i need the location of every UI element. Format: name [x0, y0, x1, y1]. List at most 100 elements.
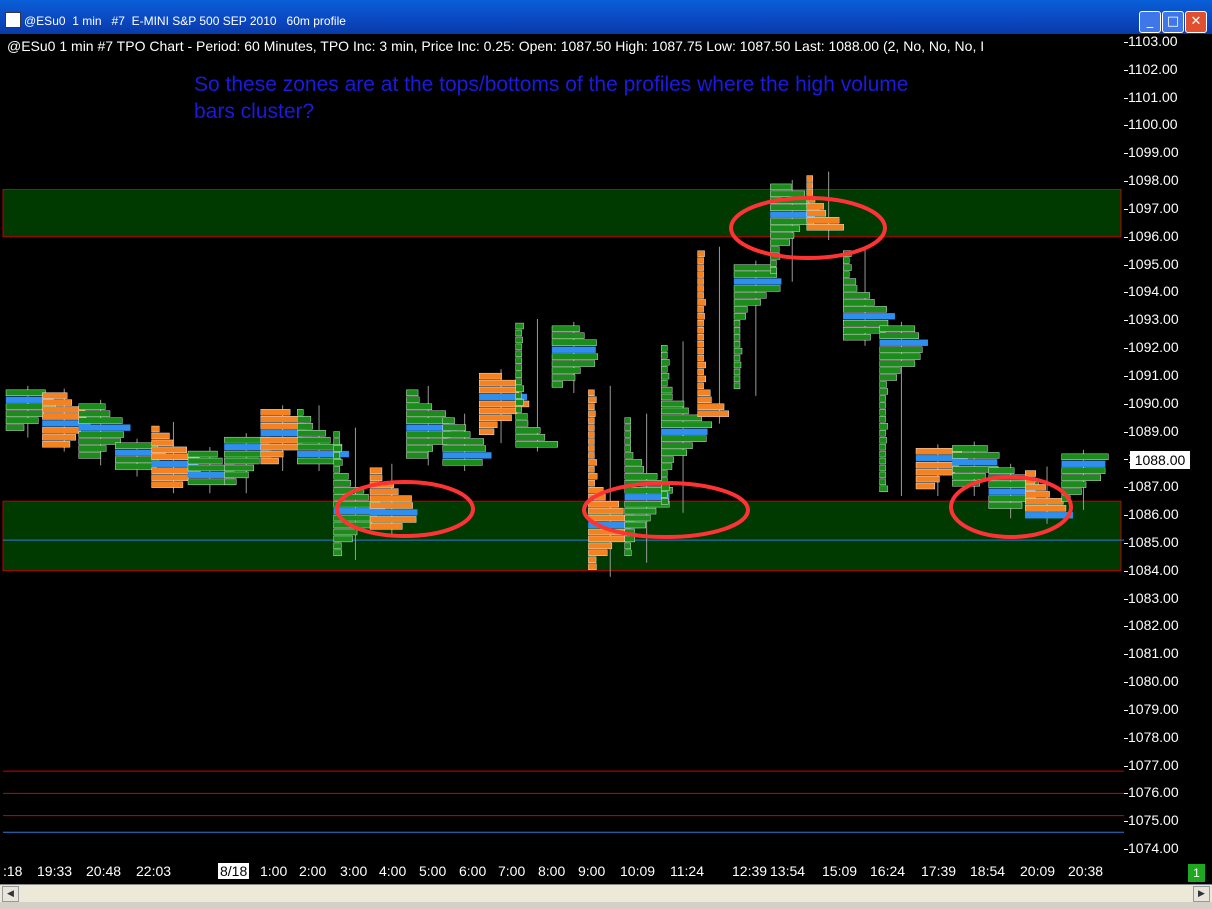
tpo-bar: [479, 414, 512, 422]
tpo-bar: [697, 278, 704, 285]
price-tick: [1124, 431, 1128, 433]
tpo-bar: [1024, 505, 1067, 512]
tpo-bar: [697, 347, 704, 355]
tpo-bar: [78, 431, 124, 438]
tpo-bar: [733, 382, 741, 390]
tpo-bar: [333, 431, 340, 438]
price-tick: [1124, 208, 1128, 210]
tpo-bar: [733, 333, 741, 341]
tpo-bar: [843, 271, 850, 278]
tpo-bar: [260, 457, 279, 465]
tpo-bar: [661, 352, 668, 359]
tpo-bar: [879, 367, 901, 374]
tpo-bar: [806, 203, 824, 210]
tpo-bar: [588, 438, 595, 445]
time-tick-label: 2:00: [299, 863, 327, 879]
maximize-button[interactable]: □: [1162, 11, 1184, 33]
tpo-bar: [515, 343, 522, 351]
price-tick: [1124, 849, 1128, 850]
tpo-bar: [1061, 460, 1106, 467]
tpo-bar: [479, 379, 516, 387]
tpo-bar: [843, 313, 895, 320]
time-tick-label: 11:24: [670, 863, 704, 879]
tpo-bar: [515, 329, 522, 337]
tpo-bar: [843, 306, 887, 313]
close-button[interactable]: ✕: [1185, 11, 1207, 33]
tpo-bar: [697, 264, 704, 271]
tpo-bar: [915, 461, 959, 469]
tpo-bar: [879, 409, 886, 416]
tpo-bar: [369, 502, 413, 509]
tpo-bar: [879, 388, 888, 395]
price-tick-label: 1090.00: [1128, 394, 1179, 411]
tpo-bar: [843, 264, 852, 271]
scroll-right-icon[interactable]: ▶: [1193, 886, 1210, 902]
tpo-bar: [879, 374, 897, 381]
tpo-bar: [697, 382, 704, 390]
tpo-bar: [1024, 484, 1046, 491]
status-badge[interactable]: 1: [1188, 864, 1205, 882]
tpo-bar: [879, 457, 886, 465]
tpo-bar: [697, 354, 704, 362]
tpo-bar: [260, 443, 299, 451]
tpo-bar: [806, 224, 844, 231]
tpo-bar: [770, 267, 777, 274]
price-tick: [1124, 42, 1128, 43]
tpo-bar: [733, 347, 743, 355]
tpo-bar: [5, 417, 39, 424]
tpo-bar: [879, 395, 886, 402]
price-tick: [1124, 598, 1128, 600]
price-tick: [1124, 181, 1128, 183]
tpo-bar: [697, 285, 704, 292]
time-tick-label: 20:38: [1068, 863, 1104, 879]
tpo-bar: [733, 299, 761, 306]
tpo-bar: [661, 414, 702, 422]
tpo-bar: [333, 528, 358, 536]
tpo-bar: [42, 392, 68, 399]
scroll-left-icon[interactable]: ◀: [2, 886, 19, 902]
time-tick-label: 3:00: [340, 863, 368, 879]
price-tick-label: 1092.00: [1128, 339, 1179, 356]
price-tick-label: 1077.00: [1128, 756, 1179, 773]
tpo-bar: [843, 278, 857, 285]
tpo-bar: [661, 491, 668, 498]
tpo-bar: [515, 427, 541, 434]
tpo-bar: [515, 378, 522, 385]
tpo-bar: [333, 542, 342, 550]
tpo-bar: [661, 484, 670, 491]
price-tick-label: 1089.00: [1128, 422, 1179, 439]
tpo-bar: [879, 436, 887, 444]
tpo-bar: [78, 438, 121, 445]
minimize-button[interactable]: _: [1139, 11, 1161, 33]
tpo-bar: [843, 333, 871, 341]
tpo-bar: [406, 389, 419, 397]
tpo-bar: [406, 445, 433, 452]
price-tick: [1124, 709, 1128, 711]
tpo-bar: [915, 468, 955, 476]
tpo-bar: [770, 225, 800, 232]
tpo-bar: [624, 473, 658, 480]
tpo-bar: [297, 429, 326, 437]
tpo-bar: [770, 260, 777, 267]
price-tick-label: 1100.00: [1128, 116, 1178, 133]
time-tick-label: 18:54: [970, 863, 1006, 879]
price-tick-label: 1079.00: [1128, 700, 1179, 717]
tpo-bar: [551, 346, 596, 353]
tpo-bar: [624, 438, 631, 445]
tpo-bar: [114, 463, 157, 470]
price-tick: [1124, 765, 1128, 767]
tpo-bar: [479, 407, 518, 415]
tpo-bar: [697, 389, 711, 397]
chart-area[interactable]: [0, 34, 1212, 884]
tpo-bar: [1024, 470, 1036, 477]
time-tick-label: 8/18: [218, 863, 250, 879]
tpo-bar: [369, 495, 412, 502]
time-tick-label: 20:48: [86, 863, 122, 879]
tpo-bar: [1024, 498, 1064, 505]
tpo-bar: [442, 424, 467, 431]
tpo-bar: [515, 406, 522, 413]
tpo-bar: [661, 428, 708, 435]
horizontal-scrollbar[interactable]: [0, 884, 1212, 902]
tpo-bar: [733, 306, 748, 313]
tpo-bar: [369, 488, 399, 495]
